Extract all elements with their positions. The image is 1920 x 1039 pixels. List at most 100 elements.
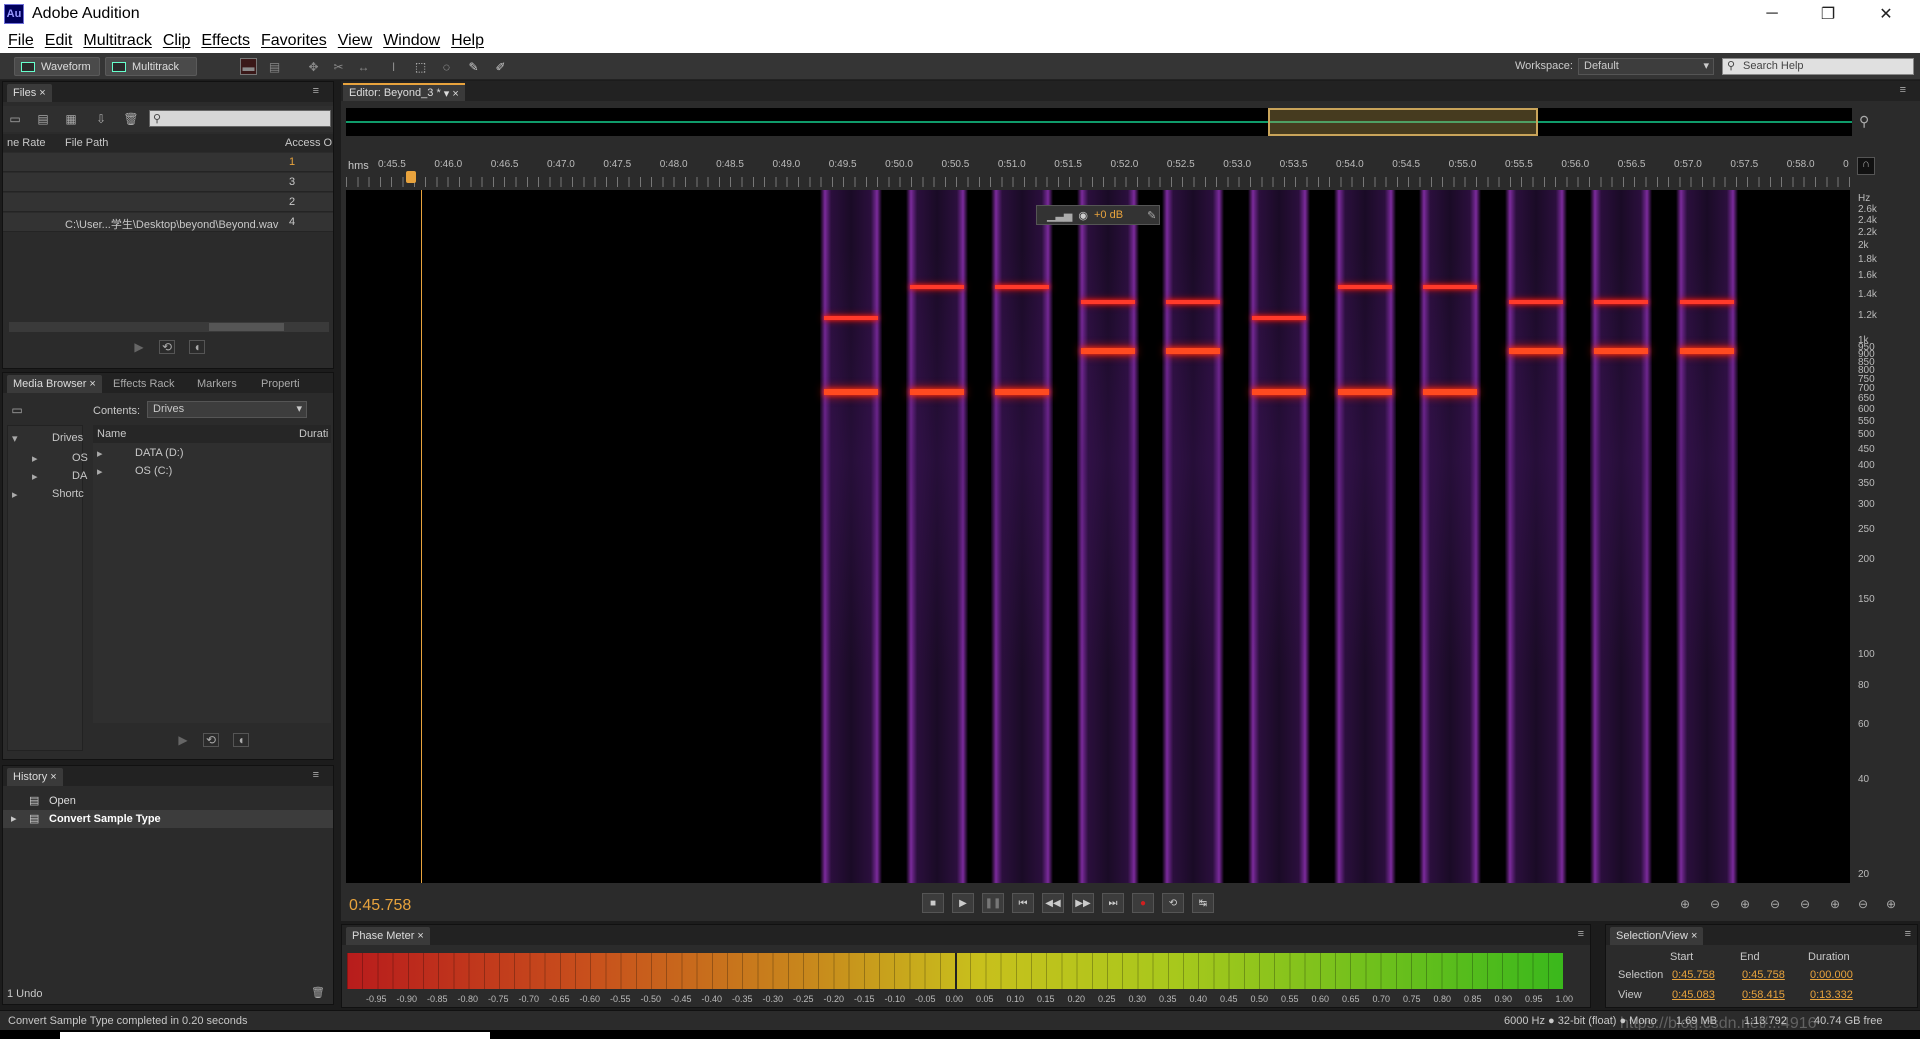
horizontal-scrollbar[interactable] (9, 322, 329, 332)
expand-icon[interactable]: ▸ (12, 488, 18, 501)
to-start-button[interactable]: ⏮ (1012, 893, 1034, 913)
loop-icon[interactable]: ⟲ (159, 340, 175, 354)
menu-help[interactable]: Help (451, 32, 484, 50)
zoom-in-amplitude-icon[interactable]: ⊕ (1674, 895, 1696, 913)
tab-history[interactable]: History × (7, 768, 63, 786)
expand-icon[interactable]: ▸ (32, 470, 38, 483)
selection-end[interactable]: 0:45.758 (1742, 969, 1785, 981)
spectral-pitch-icon[interactable]: ▤ (266, 58, 283, 75)
tree-data[interactable]: DA (72, 470, 87, 482)
overview-bar[interactable] (346, 108, 1852, 136)
insert-icon[interactable]: ⇩ (93, 112, 109, 126)
time-selection-icon[interactable]: I (385, 58, 402, 75)
playhead-marker[interactable] (406, 171, 416, 183)
expand-icon[interactable]: ▸ (97, 465, 103, 478)
file-row[interactable]: 2 (3, 193, 333, 212)
slip-tool-icon[interactable]: ↔ (355, 58, 372, 75)
file-row[interactable]: C:\User...学生\Desktop\beyond\Beyond.wav 4 (3, 213, 333, 232)
play-icon[interactable]: ▶ (131, 340, 147, 354)
tab-files[interactable]: Files × (7, 84, 52, 102)
tree-os[interactable]: OS (72, 452, 88, 464)
selection-duration[interactable]: 0:00.000 (1810, 969, 1853, 981)
list-item[interactable]: OS (C:) (135, 465, 172, 477)
col-name[interactable]: Name (97, 428, 126, 440)
menu-file[interactable]: File (8, 32, 34, 50)
spectral-display-icon[interactable]: ▬ (240, 58, 257, 75)
files-search-input[interactable]: ⚲ (149, 110, 331, 127)
restore-button[interactable]: ❐ (1800, 0, 1856, 28)
pause-button[interactable]: ❚❚ (982, 893, 1004, 913)
move-tool-icon[interactable]: ✥ (305, 58, 322, 75)
open-file-icon[interactable]: ▭ (7, 112, 23, 126)
menu-effects[interactable]: Effects (201, 32, 250, 50)
close-button[interactable]: ✕ (1858, 0, 1914, 28)
tree-shortcuts[interactable]: Shortc (52, 488, 84, 500)
overview-view-range[interactable] (1268, 108, 1538, 136)
history-item[interactable]: ▤ Open (3, 792, 333, 810)
rewind-button[interactable]: ◀◀ (1042, 893, 1064, 913)
marquee-icon[interactable]: ⬚ (412, 58, 429, 75)
panel-menu-icon[interactable]: ≡ (313, 769, 319, 781)
import-icon[interactable]: ▤ (35, 112, 51, 126)
tab-phase-meter[interactable]: Phase Meter × (346, 927, 430, 945)
stop-button[interactable]: ■ (922, 893, 944, 913)
forward-button[interactable]: ▶▶ (1072, 893, 1094, 913)
to-end-button[interactable]: ⏭ (1102, 893, 1124, 913)
panel-menu-icon[interactable]: ≡ (1900, 84, 1906, 96)
col-duration[interactable]: Durati (299, 428, 328, 440)
new-file-icon[interactable]: ▦ (63, 112, 79, 126)
view-start[interactable]: 0:45.083 (1672, 989, 1715, 1001)
col-sample-rate[interactable]: ne Rate (7, 137, 46, 149)
zoom-out-point-icon[interactable]: ⊖ (1852, 895, 1874, 913)
zoom-out-amplitude-icon[interactable]: ⊖ (1704, 895, 1726, 913)
menu-clip[interactable]: Clip (163, 32, 191, 50)
zoom-out-full-icon[interactable]: ⊖ (1794, 895, 1816, 913)
menu-favorites[interactable]: Favorites (261, 32, 327, 50)
expand-icon[interactable]: ▸ (11, 812, 17, 825)
tab-properties[interactable]: Properti (255, 375, 306, 393)
play-button[interactable]: ▶ (952, 893, 974, 913)
lock-icon[interactable]: ∩ (1857, 157, 1875, 175)
search-help-input[interactable]: ⚲ Search Help (1722, 58, 1914, 75)
zoom-magnifier-icon[interactable]: ⚲ (1859, 113, 1869, 130)
gain-knob-icon[interactable]: ◉ (1078, 209, 1088, 222)
spectrogram-display[interactable] (346, 190, 1850, 883)
panel-menu-icon[interactable]: ≡ (1905, 928, 1911, 940)
expand-icon[interactable]: ▾ (12, 432, 18, 445)
contents-select[interactable]: Drives ▾ (147, 401, 307, 418)
panel-menu-icon[interactable]: ≡ (313, 85, 319, 97)
menu-multitrack[interactable]: Multitrack (83, 32, 151, 50)
multitrack-button[interactable]: Multitrack (105, 57, 197, 76)
tab-media-browser[interactable]: Media Browser × (7, 375, 102, 393)
loop-icon[interactable]: ⟲ (203, 733, 219, 747)
tab-selection-view[interactable]: Selection/View × (1610, 927, 1704, 945)
menu-window[interactable]: Window (383, 32, 440, 50)
menu-view[interactable]: View (338, 32, 372, 50)
zoom-selection-icon[interactable]: ⊕ (1880, 895, 1902, 913)
file-row[interactable]: 3 (3, 173, 333, 192)
hud-gain-control[interactable]: ▁▃▅ ◉ +0 dB ✎ (1036, 205, 1160, 225)
panel-menu-icon[interactable]: ≡ (1578, 928, 1584, 940)
pin-icon[interactable]: ✎ (1147, 209, 1156, 222)
tab-markers[interactable]: Markers (191, 375, 243, 393)
autoplay-icon[interactable]: ◖ (233, 733, 249, 747)
lasso-icon[interactable]: ◌ (438, 58, 455, 75)
record-button[interactable]: ● (1132, 893, 1154, 913)
skip-selection-button[interactable]: ↹ (1192, 893, 1214, 913)
workspace-select[interactable]: Default ▾ (1578, 58, 1714, 75)
loop-button[interactable]: ⟲ (1162, 893, 1184, 913)
tab-editor[interactable]: Editor: Beyond_3 * ▾ × (343, 83, 465, 101)
zoom-in-time-icon[interactable]: ⊕ (1734, 895, 1756, 913)
tree-drives[interactable]: Drives (52, 432, 83, 444)
expand-icon[interactable]: ▸ (97, 447, 103, 460)
autoplay-icon[interactable]: ◖ (189, 340, 205, 354)
minimize-button[interactable]: ─ (1744, 0, 1800, 28)
delete-icon[interactable]: 🗑 (311, 986, 325, 999)
drive-view-icon[interactable]: ▭ (9, 403, 25, 417)
brush-icon[interactable]: ✎ (465, 58, 482, 75)
file-row[interactable]: 1 (3, 153, 333, 172)
waveform-button[interactable]: Waveform (14, 57, 100, 76)
delete-icon[interactable]: 🗑 (123, 112, 139, 126)
taskbar-item[interactable] (60, 1032, 490, 1039)
zoom-out-time-icon[interactable]: ⊖ (1764, 895, 1786, 913)
